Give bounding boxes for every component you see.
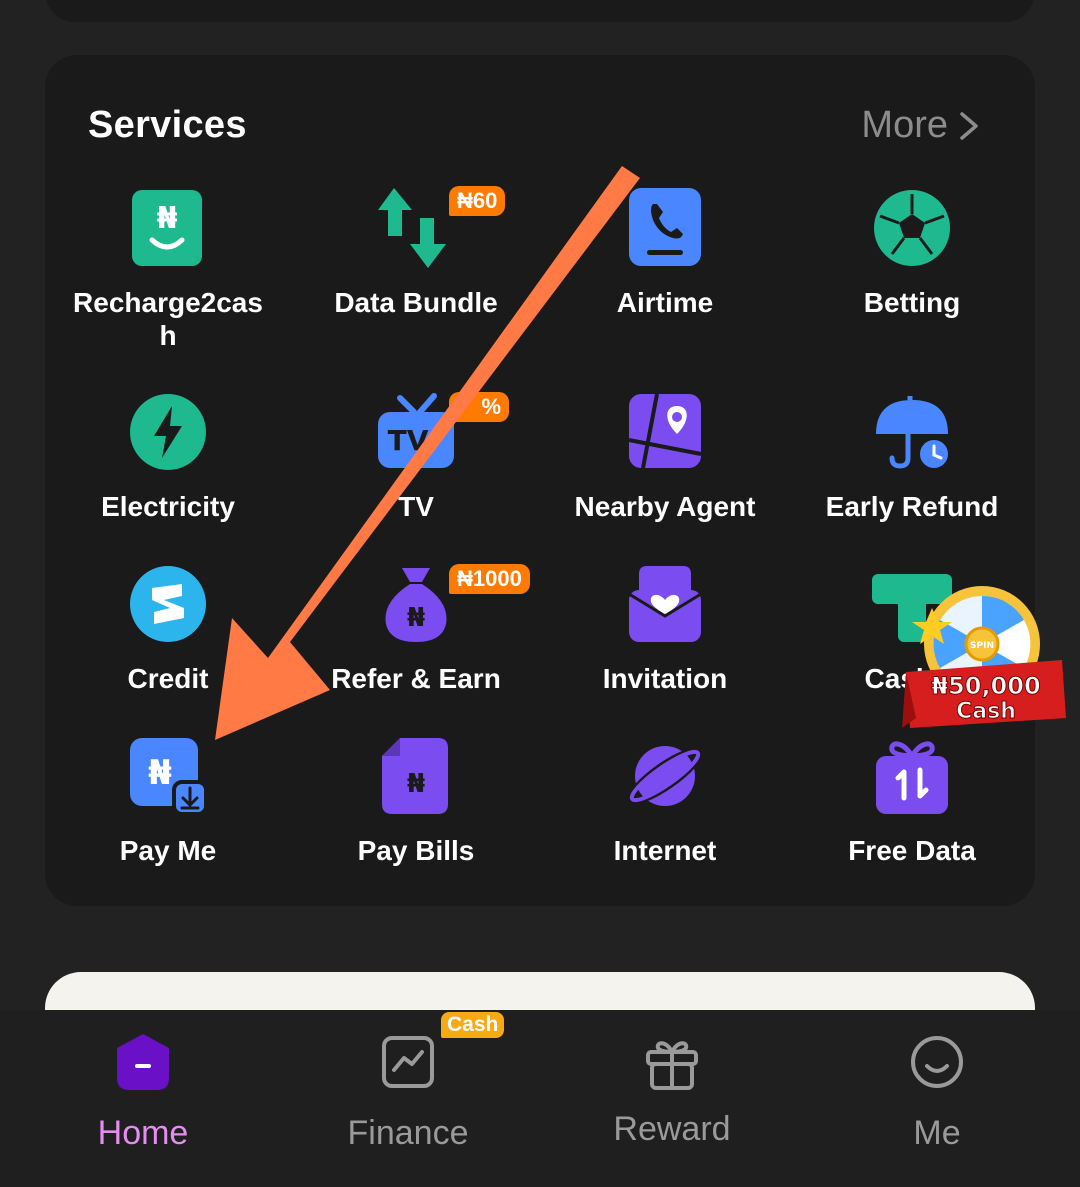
- chevron-right-icon: [960, 111, 978, 140]
- bill-icon: ₦: [382, 738, 448, 814]
- service-label: Recharge2cash: [73, 287, 263, 351]
- nav-me[interactable]: Me: [837, 1010, 1037, 1153]
- service-early-refund[interactable]: Early Refund: [797, 392, 1027, 523]
- more-link[interactable]: More: [861, 104, 982, 147]
- umbrella-clock-icon: [876, 396, 952, 472]
- svg-text:₦: ₦: [407, 603, 425, 633]
- service-betting[interactable]: Betting: [797, 188, 1027, 319]
- credit-s-icon: [130, 566, 206, 642]
- service-electricity[interactable]: Electricity: [53, 392, 283, 523]
- tv-icon: TV: [378, 393, 454, 468]
- service-label: Pay Me: [119, 835, 217, 866]
- service-internet[interactable]: Internet: [550, 736, 780, 867]
- service-label: Electricity: [101, 491, 235, 522]
- service-label: Pay Bills: [357, 835, 475, 866]
- soccer-ball-icon: [874, 190, 950, 266]
- service-label: Refer & Earn: [331, 663, 501, 694]
- naira-smile-icon: ₦: [132, 190, 202, 266]
- home-icon: [117, 1034, 169, 1090]
- nav-home[interactable]: Home: [43, 1010, 243, 1153]
- more-label: More: [861, 104, 948, 146]
- service-airtime[interactable]: Airtime: [550, 188, 780, 319]
- nav-reward[interactable]: Reward: [572, 1010, 772, 1149]
- bottom-nav: Home Finance Reward Me: [0, 1010, 1080, 1187]
- top-card: [45, 0, 1035, 22]
- heart-envelope-icon: [628, 566, 702, 642]
- service-label: Internet: [613, 835, 717, 866]
- promo-word: Cash: [956, 699, 1016, 724]
- service-label: Credit: [127, 663, 209, 694]
- badge-data-bundle: ₦60: [449, 186, 506, 216]
- svg-text:₦: ₦: [157, 201, 178, 236]
- service-free-data[interactable]: Free Data: [797, 736, 1027, 867]
- service-label: Early Refund: [825, 491, 999, 522]
- svg-text:TV: TV: [388, 424, 429, 457]
- nav-label: Reward: [613, 1110, 731, 1148]
- gift-data-icon: [876, 741, 948, 814]
- promo-amount: ₦50,000: [931, 672, 1040, 700]
- service-credit[interactable]: Credit: [53, 564, 283, 695]
- service-invitation[interactable]: Invitation: [550, 564, 780, 695]
- service-recharge2cash[interactable]: ₦ Recharge2cash: [53, 188, 283, 352]
- data-arrows-icon: [378, 188, 446, 268]
- chart-icon: [382, 1036, 434, 1088]
- services-title: Services: [88, 104, 247, 146]
- planet-icon: [627, 746, 703, 806]
- badge-refer-earn: ₦1000: [449, 564, 530, 594]
- service-pay-bills[interactable]: ₦ Pay Bills: [301, 736, 531, 867]
- smile-icon: [911, 1036, 963, 1088]
- service-label: Betting: [863, 287, 961, 318]
- nav-label: Finance: [347, 1114, 469, 1152]
- finance-cash-badge: Cash: [441, 1012, 505, 1038]
- badge-tv: %: [449, 392, 509, 422]
- service-label: Nearby Agent: [574, 491, 756, 522]
- service-label: Invitation: [602, 663, 728, 694]
- spin-promo-badge[interactable]: SPIN ₦50,000 Cash: [902, 568, 1072, 738]
- svg-text:₦: ₦: [407, 769, 425, 799]
- map-pin-icon: [628, 393, 702, 469]
- service-label: Airtime: [616, 287, 714, 318]
- service-nearby-agent[interactable]: Nearby Agent: [550, 392, 780, 523]
- money-bag-icon: ₦: [385, 568, 447, 642]
- spin-wheel-icon: SPIN ₦50,000 Cash: [902, 586, 1066, 728]
- service-label: Data Bundle: [334, 287, 498, 318]
- service-pay-me[interactable]: ₦ Pay Me: [53, 736, 283, 867]
- naira-receive-icon: ₦: [130, 738, 208, 816]
- lightning-icon: [130, 394, 206, 470]
- service-label: Free Data: [848, 835, 976, 866]
- nav-label: Home: [97, 1114, 189, 1152]
- spin-label: SPIN: [970, 641, 994, 651]
- phone-icon: [629, 188, 701, 266]
- svg-text:₦: ₦: [148, 753, 172, 793]
- nav-label: Me: [913, 1114, 961, 1152]
- gift-icon: [646, 1041, 698, 1090]
- service-label: TV: [398, 491, 434, 522]
